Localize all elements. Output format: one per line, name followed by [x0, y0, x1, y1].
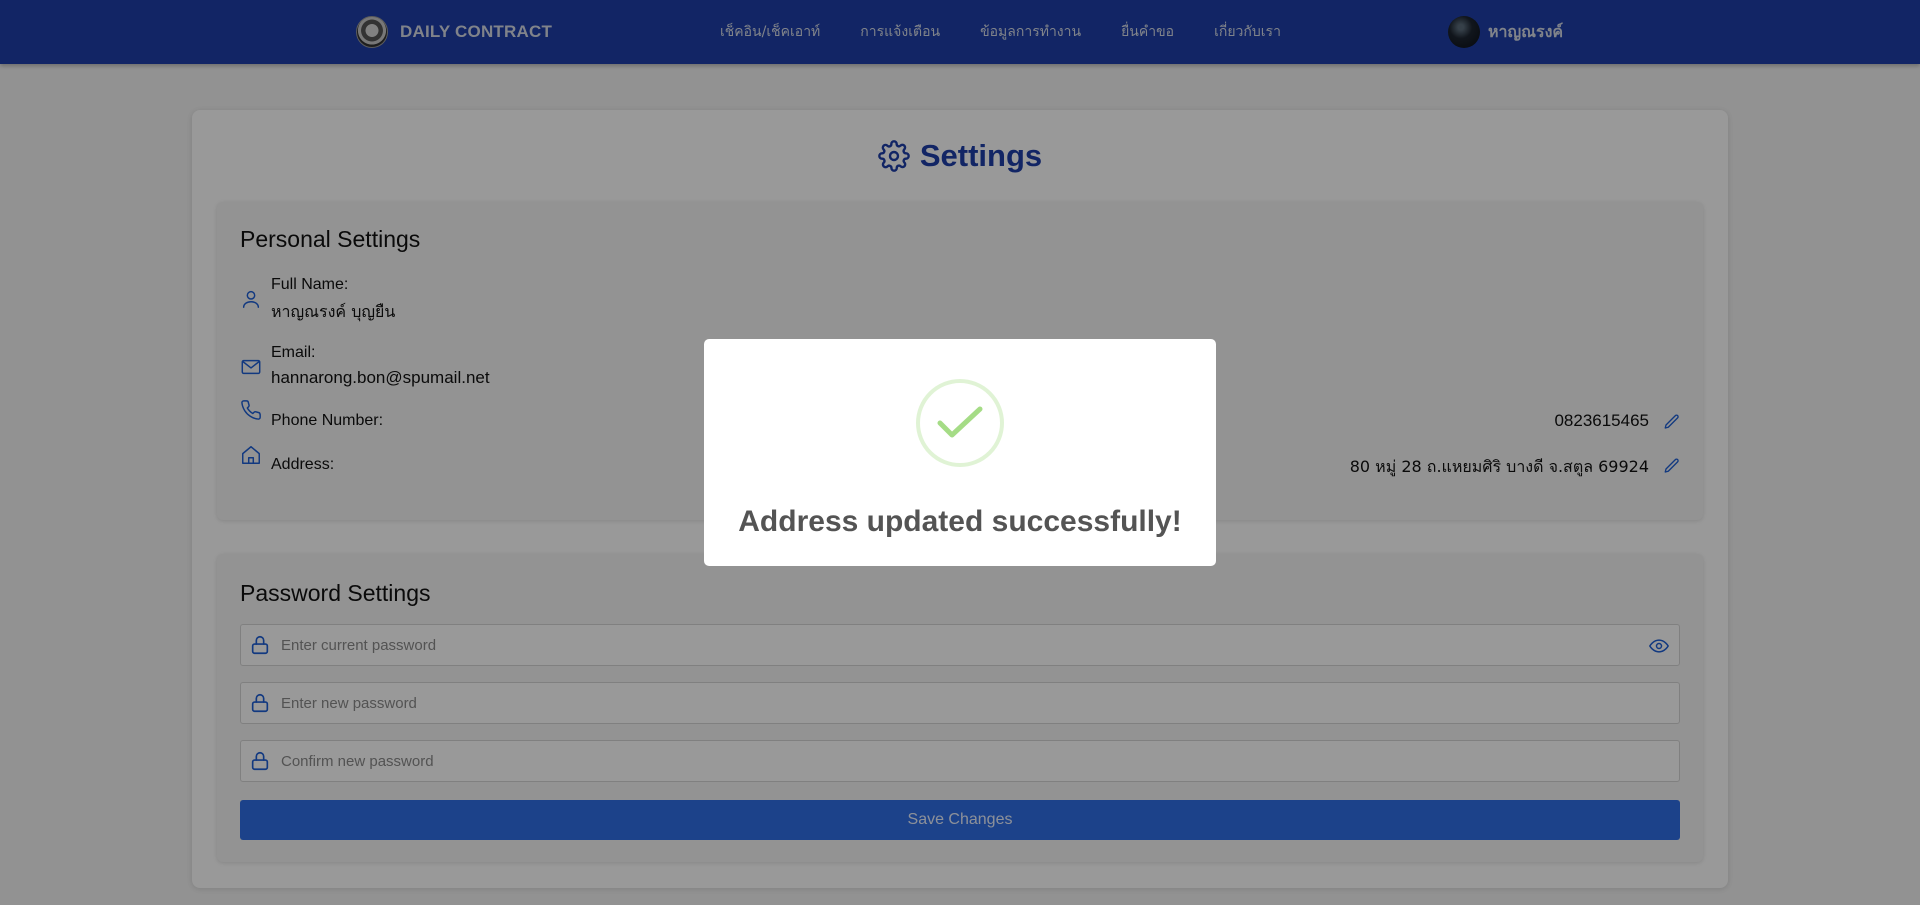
success-modal: Address updated successfully! [704, 339, 1216, 566]
check-circle-icon [916, 379, 1004, 467]
modal-message: Address updated successfully! [738, 505, 1182, 538]
